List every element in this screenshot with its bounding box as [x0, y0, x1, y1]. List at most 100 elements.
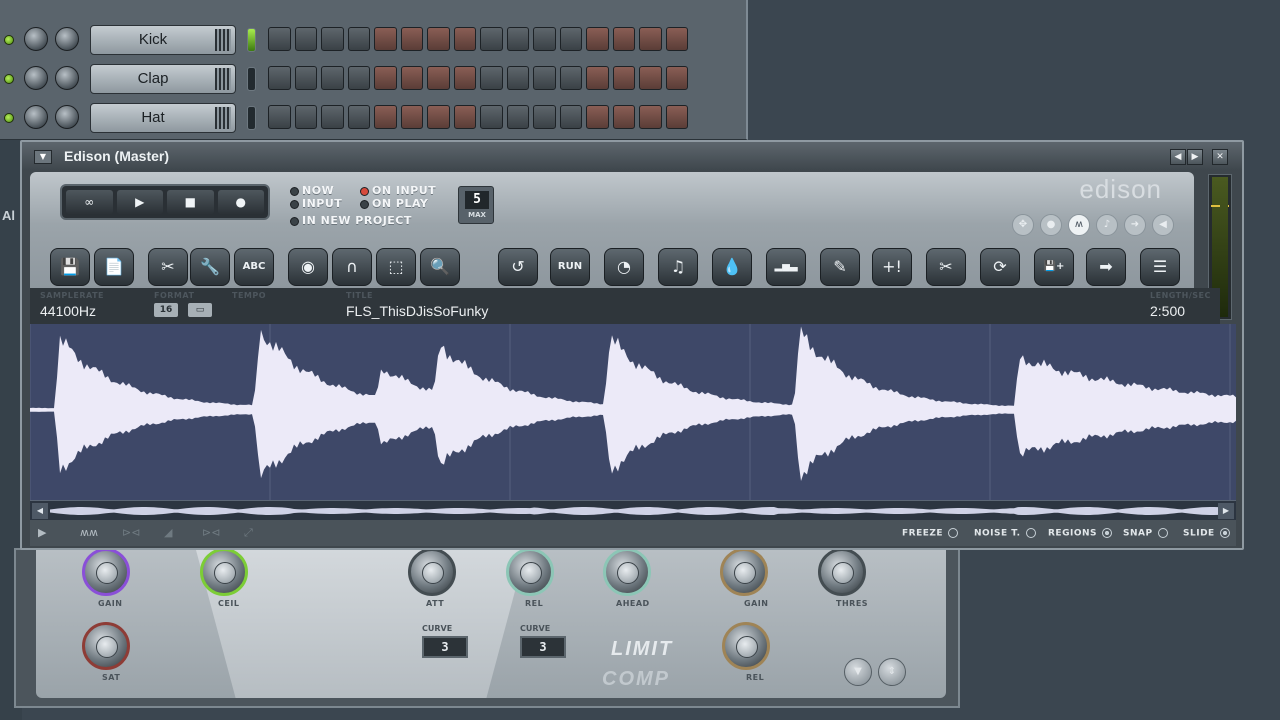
move-icon[interactable]: ✥ [1012, 214, 1034, 236]
step-button[interactable] [347, 66, 370, 90]
format-stereo-icon[interactable]: ▭ [188, 303, 212, 317]
pan-knob[interactable] [24, 27, 48, 51]
edit-tool[interactable]: ✂ [148, 248, 188, 286]
loop-button[interactable]: ∞ [66, 190, 113, 214]
channel-button-hat[interactable]: Hat [90, 103, 236, 133]
record-on-input-option[interactable]: ON INPUT [360, 184, 436, 197]
channel-select-led[interactable] [247, 67, 256, 91]
channel-select-led[interactable] [247, 106, 256, 130]
preset-down-button[interactable]: ▼ [844, 658, 872, 686]
step-button[interactable] [665, 27, 688, 51]
channel-select-led[interactable] [247, 28, 256, 52]
step-button[interactable] [400, 27, 423, 51]
volume-knob[interactable] [55, 66, 79, 90]
record-input-option[interactable]: INPUT [290, 197, 342, 210]
record-button[interactable]: ● [217, 190, 264, 214]
step-button[interactable] [533, 66, 556, 90]
preset-updown-button[interactable]: ⇕ [878, 658, 906, 686]
step-button[interactable] [268, 105, 291, 129]
step-button[interactable] [612, 27, 635, 51]
limit-mode-button[interactable]: LIMIT [611, 638, 673, 661]
step-button[interactable] [294, 66, 317, 90]
snap-toggle[interactable]: SNAP [1123, 528, 1168, 539]
step-button[interactable] [665, 105, 688, 129]
step-button[interactable] [665, 66, 688, 90]
step-button[interactable] [586, 66, 609, 90]
step-button[interactable] [559, 105, 582, 129]
ahead-knob[interactable] [603, 550, 651, 596]
step-button[interactable] [612, 105, 635, 129]
step-button[interactable] [480, 105, 503, 129]
step-button[interactable] [294, 105, 317, 129]
step-button[interactable] [612, 66, 635, 90]
step-button[interactable] [321, 66, 344, 90]
save-as-tool[interactable]: 💾+ [1034, 248, 1074, 286]
play-button[interactable]: ▶ [116, 190, 163, 214]
slide-toggle[interactable]: SLIDE [1183, 528, 1230, 539]
step-button[interactable] [639, 105, 662, 129]
note-icon[interactable]: ♪ [1096, 214, 1118, 236]
step-button[interactable] [321, 105, 344, 129]
noise-tool[interactable]: ♫ [658, 248, 698, 286]
step-button[interactable] [374, 27, 397, 51]
step-button[interactable] [453, 27, 476, 51]
close-icon[interactable]: ✕ [1212, 149, 1228, 165]
step-button[interactable] [506, 105, 529, 129]
volume-knob[interactable] [55, 27, 79, 51]
step-button[interactable] [427, 66, 450, 90]
step-button[interactable] [400, 105, 423, 129]
add-marker-tool[interactable]: +! [872, 248, 912, 286]
step-button[interactable] [427, 27, 450, 51]
step-button[interactable] [400, 66, 423, 90]
step-button[interactable] [268, 27, 291, 51]
play-icon[interactable]: ▶ [38, 526, 46, 539]
pencil-tool[interactable]: ✎ [820, 248, 860, 286]
step-button[interactable] [268, 66, 291, 90]
att-knob[interactable] [408, 550, 456, 596]
eq-tool[interactable]: 💧 [712, 248, 752, 286]
region-icon[interactable]: ⊳⊲ [202, 526, 220, 539]
window-menu-icon[interactable]: ▼ [34, 150, 52, 164]
step-button[interactable] [374, 105, 397, 129]
pan-knob[interactable] [24, 105, 48, 129]
volume-knob[interactable] [55, 105, 79, 129]
curve-value-2[interactable]: 3 [520, 636, 566, 658]
channel-mute-led[interactable] [4, 113, 14, 123]
samplerate-value[interactable]: 44100Hz [40, 303, 96, 319]
select-tool[interactable]: ⬚ [376, 248, 416, 286]
prev-arrow-icon[interactable]: ◀ [1170, 149, 1186, 165]
waveform-display[interactable] [30, 324, 1236, 500]
step-button[interactable] [427, 105, 450, 129]
record-now-option[interactable]: NOW [290, 184, 334, 197]
sat-knob[interactable] [82, 622, 130, 670]
stop-button[interactable]: ■ [167, 190, 214, 214]
new-tool[interactable]: 📄 [94, 248, 134, 286]
step-button[interactable] [559, 66, 582, 90]
step-button[interactable] [506, 66, 529, 90]
step-button[interactable] [374, 66, 397, 90]
step-button[interactable] [533, 27, 556, 51]
step-button[interactable] [480, 27, 503, 51]
step-button[interactable] [347, 27, 370, 51]
step-button[interactable] [321, 27, 344, 51]
thres-knob[interactable] [818, 550, 866, 596]
comp-gain-knob[interactable] [720, 550, 768, 596]
ceil-knob[interactable] [200, 550, 248, 596]
freeze-toggle[interactable]: FREEZE [902, 528, 959, 539]
send-tool[interactable]: ➡ [1086, 248, 1126, 286]
next-arrow-icon[interactable]: ▶ [1187, 149, 1203, 165]
mic-icon[interactable]: ● [1040, 214, 1062, 236]
forward-icon[interactable]: ➜ [1124, 214, 1146, 236]
curve-value-1[interactable]: 3 [422, 636, 468, 658]
step-button[interactable] [506, 27, 529, 51]
channel-button-clap[interactable]: Clap [90, 64, 236, 94]
waveform-icon[interactable]: ʍʍ [80, 526, 98, 539]
window-titlebar[interactable]: ▼ Edison (Master) ◀ ▶ ✕ [22, 142, 1242, 170]
step-button[interactable] [533, 105, 556, 129]
step-button[interactable] [639, 66, 662, 90]
save-tool[interactable]: 💾 [50, 248, 90, 286]
rel-knob[interactable] [506, 550, 554, 596]
loop-tool[interactable]: ⟳ [980, 248, 1020, 286]
channel-mute-led[interactable] [4, 35, 14, 45]
view-tool[interactable]: ◉ [288, 248, 328, 286]
